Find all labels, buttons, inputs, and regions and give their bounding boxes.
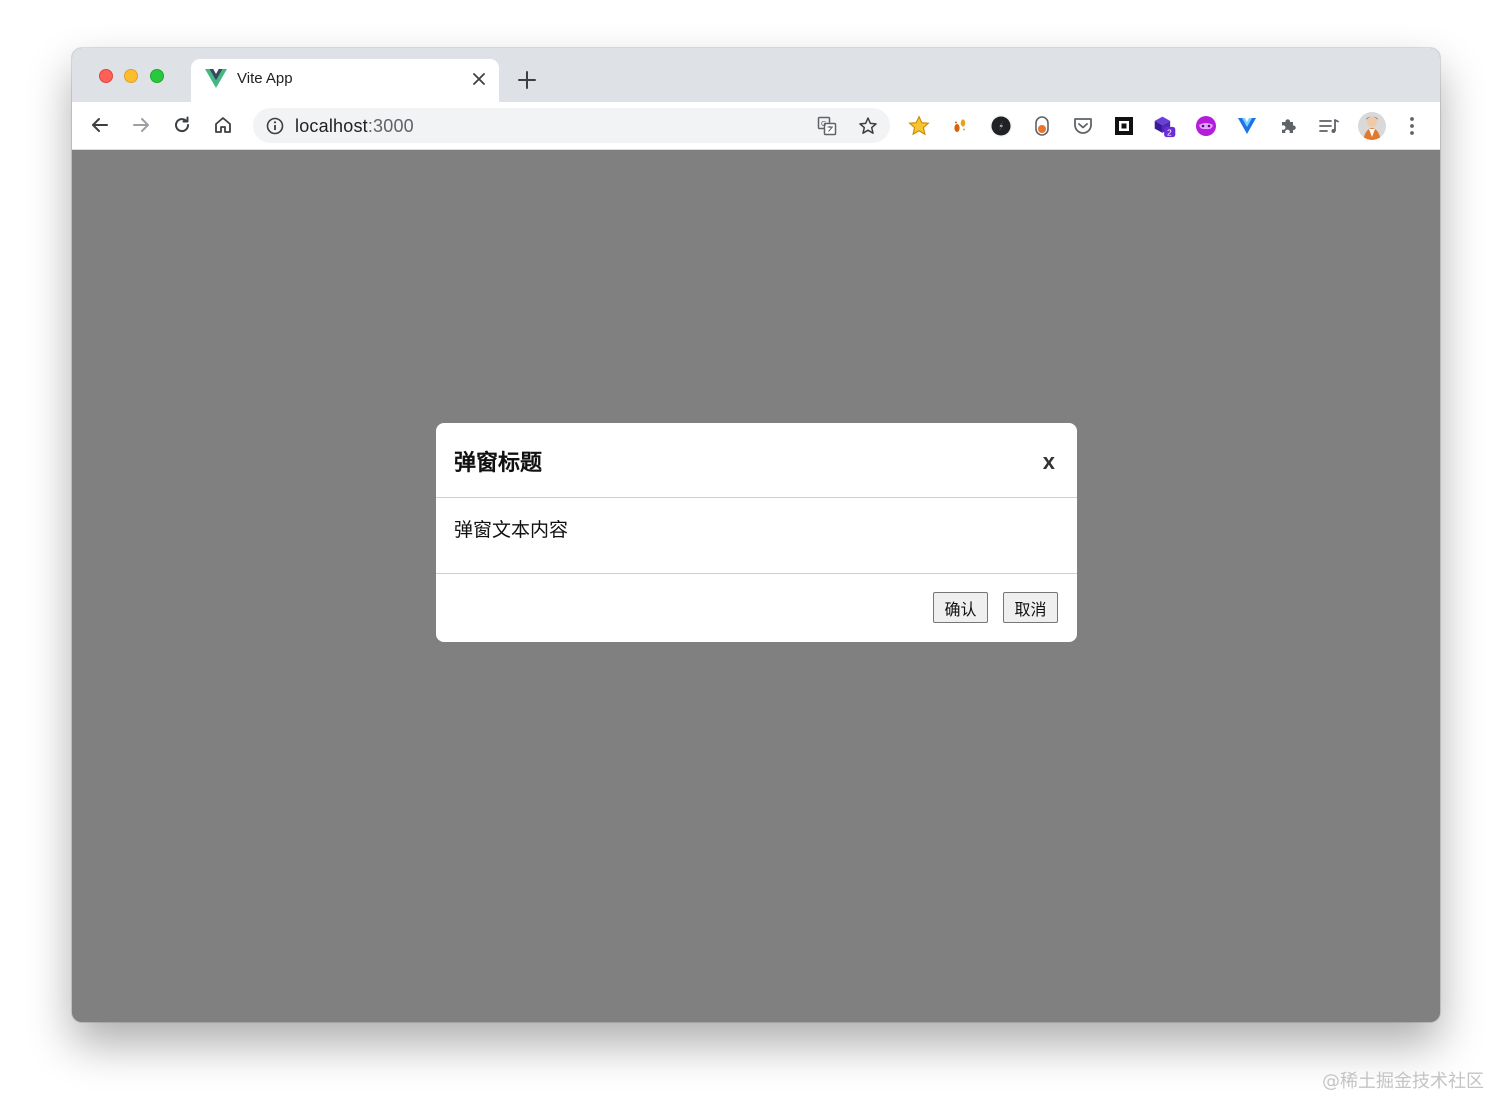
tab-vite-app[interactable]: Vite App (191, 59, 499, 102)
star-extension-icon[interactable] (907, 114, 931, 138)
close-tab-icon[interactable] (470, 70, 488, 88)
cancel-button[interactable]: 取消 (1003, 592, 1058, 623)
dialog-footer: 确认 取消 (436, 574, 1077, 642)
translate-icon[interactable]: G (816, 115, 838, 137)
arrow-left-icon (92, 118, 108, 132)
square-extension-icon[interactable] (1112, 114, 1136, 138)
dialog-body-text: 弹窗文本内容 (454, 519, 569, 541)
back-button[interactable] (88, 113, 112, 137)
new-tab-button[interactable] (515, 68, 539, 92)
compass-extension-icon[interactable] (989, 114, 1013, 138)
bookmark-star-icon[interactable] (857, 115, 879, 137)
cube-extension-icon[interactable]: 2 (1153, 114, 1177, 138)
footprint-extension-icon[interactable] (948, 114, 972, 138)
vue-logo-icon (205, 69, 227, 88)
extension-badge: 2 (1167, 127, 1172, 137)
pocket-extension-icon[interactable] (1071, 114, 1095, 138)
reload-icon (175, 116, 190, 133)
browser-menu-icon[interactable] (1400, 114, 1424, 138)
title-bar: Vite App (72, 48, 1440, 102)
dialog-close-button[interactable]: x (1043, 449, 1055, 475)
dialog-header: 弹窗标题 x (436, 423, 1077, 498)
dialog: 弹窗标题 x 弹窗文本内容 确认 取消 (436, 423, 1077, 642)
v-shield-extension-icon[interactable] (1235, 114, 1259, 138)
home-button[interactable] (211, 113, 235, 137)
url-text: localhost:3000 (295, 116, 414, 136)
minimize-window-button[interactable] (124, 69, 138, 83)
tab-title: Vite App (237, 70, 293, 87)
address-bar[interactable]: localhost:3000 G (253, 108, 890, 143)
svg-text:G: G (821, 121, 826, 128)
maximize-window-button[interactable] (150, 69, 164, 83)
dialog-body: 弹窗文本内容 (436, 498, 1077, 574)
reading-list-icon[interactable] (1317, 114, 1341, 138)
info-icon[interactable] (265, 116, 285, 136)
browser-toolbar: localhost:3000 G 2 (72, 102, 1440, 150)
modal-overlay[interactable]: 弹窗标题 x 弹窗文本内容 确认 取消 (72, 150, 1440, 1022)
forward-button[interactable] (129, 113, 153, 137)
reload-button[interactable] (170, 113, 194, 137)
home-icon (215, 117, 231, 133)
dialog-title: 弹窗标题 (454, 451, 543, 476)
browser-window: Vite App localhost:3000 G 2 弹窗标题 x 弹窗文本内… (72, 48, 1440, 1022)
profile-avatar[interactable] (1356, 110, 1388, 142)
confirm-button[interactable]: 确认 (933, 592, 988, 623)
arrow-right-icon (133, 118, 149, 132)
close-window-button[interactable] (99, 69, 113, 83)
mask-extension-icon[interactable] (1194, 114, 1218, 138)
watermark: @稀土掘金技术社区 (1322, 1071, 1484, 1092)
capsule-extension-icon[interactable] (1030, 114, 1054, 138)
puzzle-icon[interactable] (1276, 114, 1300, 138)
